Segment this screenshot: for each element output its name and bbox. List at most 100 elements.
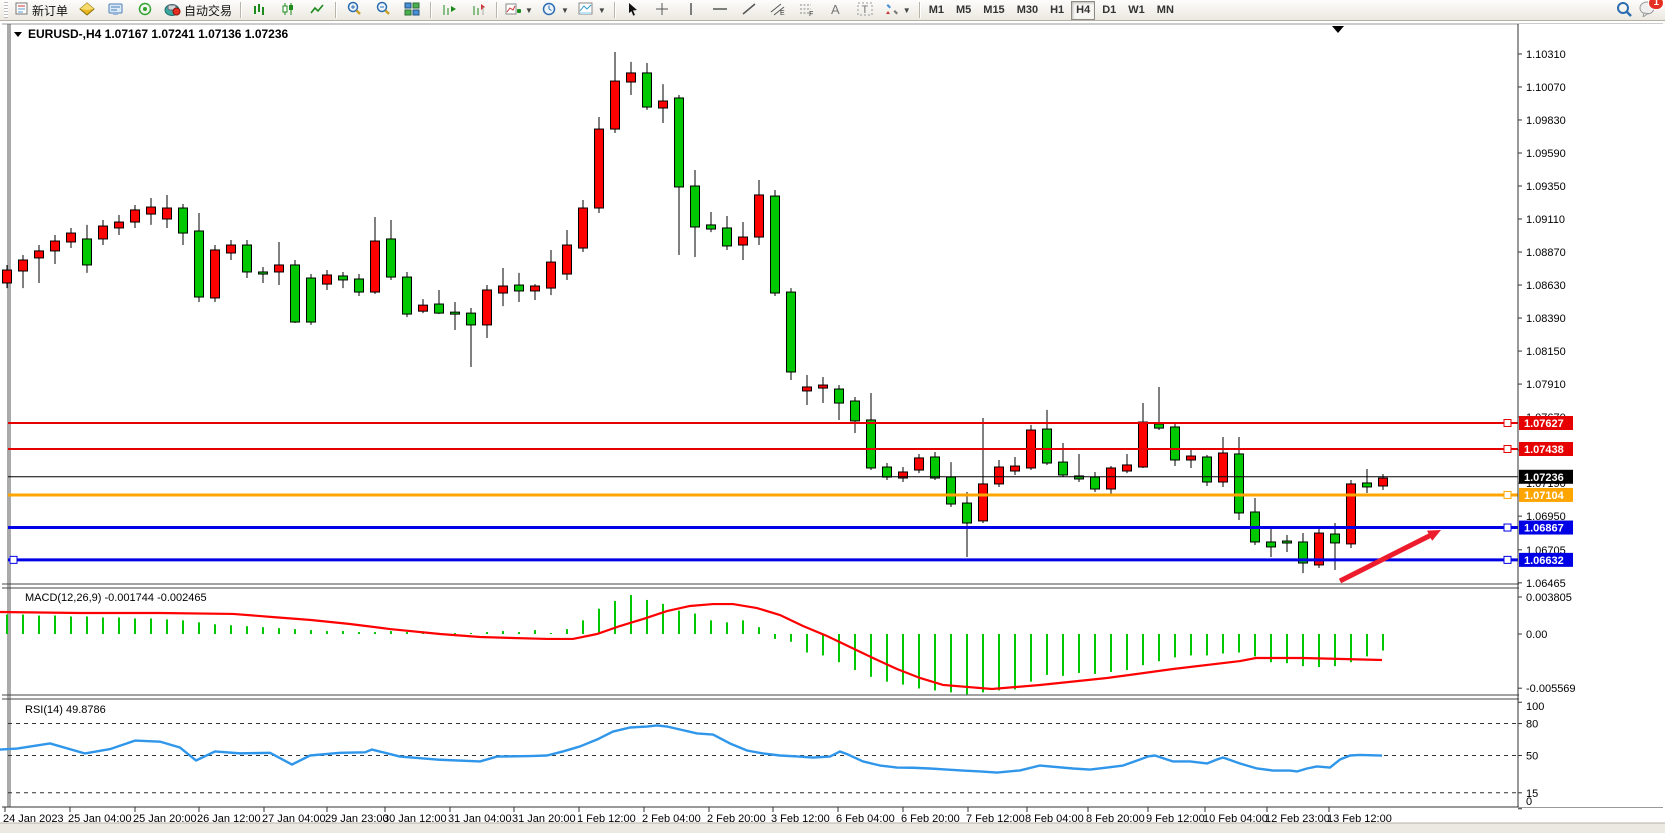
terminal-button[interactable] bbox=[102, 0, 130, 20]
svg-text:A: A bbox=[831, 2, 840, 16]
candlestick bbox=[851, 401, 860, 421]
candlestick bbox=[1267, 542, 1276, 547]
auto-scroll-button[interactable] bbox=[435, 0, 463, 20]
autotrade-button[interactable]: 自动交易 bbox=[160, 0, 236, 20]
candlestick bbox=[707, 225, 716, 229]
zoom-out-button[interactable] bbox=[369, 0, 397, 20]
toolbar: 新订单 自动交易 bbox=[0, 0, 1665, 21]
candlestick bbox=[163, 208, 172, 219]
candlestick bbox=[515, 285, 524, 291]
trendline-icon bbox=[742, 2, 756, 19]
candlestick-chart-icon bbox=[281, 2, 296, 19]
candlestick bbox=[387, 239, 396, 277]
new-order-icon bbox=[15, 2, 29, 18]
horizontal-line-button[interactable] bbox=[706, 0, 734, 20]
candlestick-chart-button[interactable] bbox=[274, 0, 302, 20]
arrow-shapes-button[interactable]: ▼ bbox=[880, 0, 915, 20]
toolbar-right: 1 bbox=[1616, 1, 1665, 20]
zoom-in-button[interactable] bbox=[340, 0, 368, 20]
text-label-button[interactable]: T bbox=[851, 0, 879, 20]
macd-title: MACD(12,26,9) -0.001744 -0.002465 bbox=[25, 592, 207, 604]
candlestick bbox=[115, 222, 124, 228]
text-label-icon: T bbox=[857, 2, 873, 19]
hline-handle[interactable] bbox=[1504, 524, 1511, 531]
trendline-button[interactable] bbox=[735, 0, 763, 20]
sound-button[interactable] bbox=[131, 0, 159, 20]
candlestick bbox=[931, 457, 940, 478]
price-axis-label: 1.06465 bbox=[1526, 578, 1566, 590]
candlestick bbox=[723, 228, 732, 246]
timeframe-group: M1M5M15M30H1H4D1W1MN bbox=[924, 1, 1179, 20]
sound-icon bbox=[137, 2, 153, 19]
timeframe-d1[interactable]: D1 bbox=[1097, 1, 1121, 20]
hline-handle[interactable] bbox=[1504, 491, 1511, 498]
timeframe-w1[interactable]: W1 bbox=[1123, 1, 1150, 20]
timeframe-h1[interactable]: H1 bbox=[1045, 1, 1069, 20]
vertical-line-icon bbox=[686, 2, 696, 19]
crosshair-icon bbox=[655, 2, 669, 19]
price-axis-label: 1.07910 bbox=[1526, 379, 1566, 391]
candlestick bbox=[1107, 468, 1116, 489]
text-button[interactable]: A bbox=[822, 0, 850, 20]
timeframe-m15[interactable]: M15 bbox=[978, 1, 1009, 20]
candlestick bbox=[547, 262, 556, 288]
zoom-in-icon bbox=[346, 1, 362, 19]
rsi-axis-label: 80 bbox=[1526, 719, 1538, 731]
bar-chart-button[interactable] bbox=[245, 0, 273, 20]
rsi-title: RSI(14) 49.8786 bbox=[25, 704, 106, 716]
template-button[interactable]: ▼ bbox=[574, 0, 610, 20]
svg-text:E: E bbox=[780, 10, 785, 16]
timeframe-m30[interactable]: M30 bbox=[1012, 1, 1043, 20]
search-icon[interactable] bbox=[1616, 1, 1633, 20]
candlestick bbox=[1203, 457, 1212, 482]
chart-shift-button[interactable] bbox=[464, 0, 492, 20]
candlestick bbox=[195, 231, 204, 297]
cursor-icon bbox=[627, 2, 639, 19]
vertical-line-button[interactable] bbox=[677, 0, 705, 20]
hline-handle[interactable] bbox=[1504, 420, 1511, 427]
tile-windows-button[interactable] bbox=[398, 0, 426, 20]
hline-handle[interactable] bbox=[10, 556, 17, 563]
crosshair-button[interactable] bbox=[648, 0, 676, 20]
candlestick bbox=[835, 389, 844, 403]
equidistant-channel-button[interactable]: E bbox=[764, 0, 792, 20]
new-order-button[interactable]: 新订单 bbox=[11, 0, 72, 20]
candlestick bbox=[307, 278, 316, 322]
periods-button[interactable]: ▼ bbox=[538, 0, 573, 20]
rsi-axis-label: 50 bbox=[1526, 751, 1538, 763]
candlestick bbox=[275, 265, 284, 272]
price-axis-label: 1.09350 bbox=[1526, 181, 1566, 193]
candlestick bbox=[1139, 422, 1148, 467]
price-axis-label: 1.08390 bbox=[1526, 313, 1566, 325]
chart-window: 1.103101.100701.098301.095901.093501.091… bbox=[0, 21, 1665, 833]
history-diamond-icon bbox=[79, 2, 95, 19]
candlestick bbox=[291, 265, 300, 322]
candlestick bbox=[1155, 424, 1164, 428]
timeframe-mn[interactable]: MN bbox=[1152, 1, 1179, 20]
fibonacci-button[interactable]: F bbox=[793, 0, 821, 20]
indicators-icon bbox=[505, 2, 521, 19]
hline-handle[interactable] bbox=[1504, 445, 1511, 452]
candlestick bbox=[451, 312, 460, 314]
timeframe-m5[interactable]: M5 bbox=[951, 1, 976, 20]
cursor-button[interactable] bbox=[619, 0, 647, 20]
candlestick bbox=[979, 484, 988, 521]
history-button[interactable] bbox=[73, 0, 101, 20]
symbol-ohlc-text: EURUSD-,H4 1.07167 1.07241 1.07136 1.072… bbox=[28, 27, 289, 41]
candlestick bbox=[467, 313, 476, 325]
line-chart-button[interactable] bbox=[303, 0, 331, 20]
hline-handle[interactable] bbox=[1504, 556, 1511, 563]
timeframe-m1[interactable]: M1 bbox=[924, 1, 949, 20]
chat-icon[interactable]: 1 bbox=[1639, 1, 1657, 20]
chart-canvas[interactable]: 1.103101.100701.098301.095901.093501.091… bbox=[0, 21, 1665, 833]
candlestick bbox=[611, 81, 620, 129]
indicators-button[interactable]: ▼ bbox=[501, 0, 537, 20]
periods-clock-icon bbox=[542, 2, 557, 19]
candlestick bbox=[739, 237, 748, 245]
autotrade-label: 自动交易 bbox=[184, 2, 232, 19]
candlestick bbox=[99, 226, 108, 239]
price-badge-label: 1.06867 bbox=[1524, 523, 1564, 535]
candlestick bbox=[1091, 477, 1100, 489]
candlestick bbox=[419, 305, 428, 311]
timeframe-h4[interactable]: H4 bbox=[1071, 1, 1095, 20]
